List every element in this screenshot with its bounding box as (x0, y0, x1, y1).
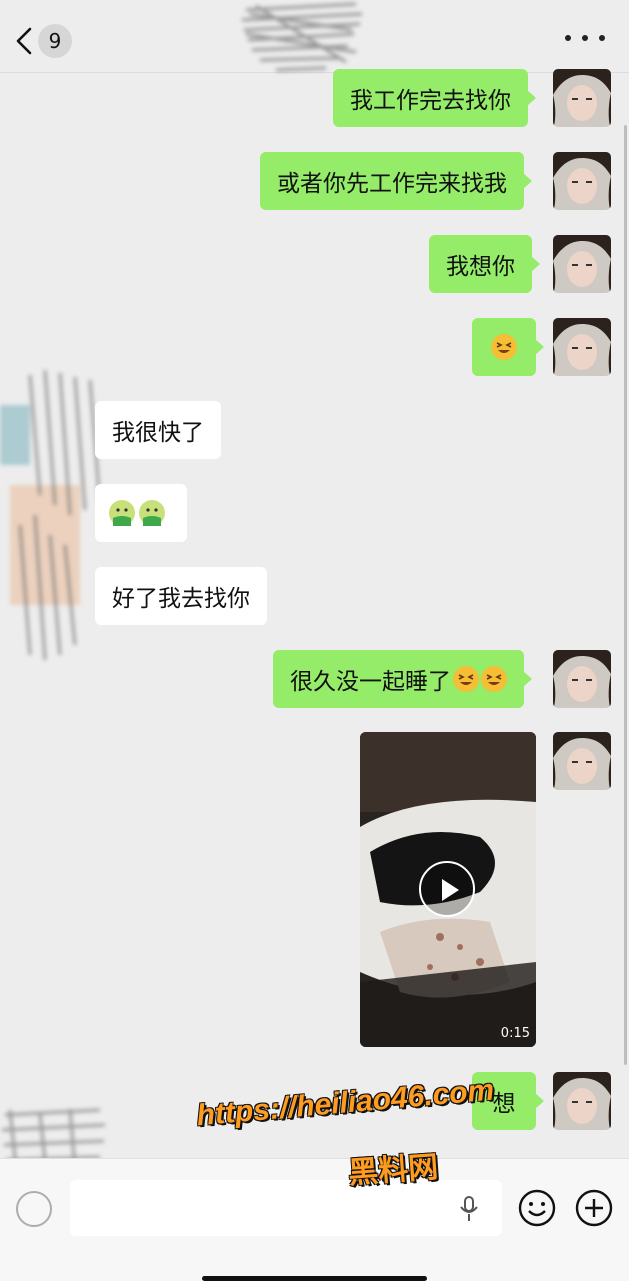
message-text: 很久没一起睡了 (290, 669, 451, 695)
avatar[interactable] (553, 318, 611, 376)
emoji-icon[interactable] (518, 1189, 556, 1227)
message-bubble-received[interactable]: 好了我去找你 (95, 567, 267, 625)
message-bubble-sent[interactable]: 我想你 (429, 235, 540, 293)
watermark-url: https://heiliao46.com (195, 1073, 496, 1133)
message-text: 好了我去找你 (112, 586, 250, 612)
message-text: 我很快了 (112, 420, 204, 446)
message-bubble-sent[interactable]: 我工作完去找你 (333, 69, 536, 127)
grinning-squint-emoji (491, 334, 517, 360)
more-button[interactable] (565, 26, 605, 50)
grinning-squint-emoji (481, 666, 507, 692)
play-icon[interactable] (419, 861, 475, 917)
more-icon (565, 35, 571, 41)
video-message[interactable]: 0:15 (360, 732, 536, 1047)
message-bubble-sent-emoji[interactable] (472, 318, 544, 376)
back-chevron-icon (16, 27, 32, 55)
watermark-site: 黑料网 (347, 1149, 440, 1192)
avatar[interactable] (553, 235, 611, 293)
avatar[interactable] (553, 152, 611, 210)
message-bubble-received[interactable]: 我很快了 (95, 401, 221, 459)
unread-count-badge: 9 (38, 24, 72, 58)
plus-icon[interactable] (575, 1189, 613, 1227)
microphone-icon[interactable] (456, 1195, 482, 1223)
redaction-scribble-top (241, 2, 363, 72)
voice-icon[interactable] (16, 1191, 52, 1227)
grinning-squint-emoji (453, 666, 479, 692)
message-text: 我工作完去找你 (350, 88, 511, 114)
nauseated-emoji (139, 500, 165, 526)
message-bubble-sent[interactable]: 或者你先工作完来找我 (260, 152, 532, 210)
avatar[interactable] (553, 69, 611, 127)
message-input[interactable] (70, 1180, 502, 1236)
video-duration: 0:15 (500, 1026, 530, 1041)
scrollbar[interactable] (624, 125, 627, 1065)
message-bubble-sent[interactable]: 很久没一起睡了 (273, 650, 532, 708)
avatar[interactable] (553, 732, 611, 790)
message-text: 或者你先工作完来找我 (277, 171, 507, 197)
nauseated-emoji (109, 500, 135, 526)
avatar[interactable] (553, 650, 611, 708)
home-indicator (202, 1276, 427, 1281)
back-button[interactable]: 9 (14, 22, 84, 60)
message-bubble-received-emoji[interactable] (95, 484, 187, 542)
input-bar (0, 1158, 629, 1281)
message-text: 我想你 (446, 254, 515, 280)
